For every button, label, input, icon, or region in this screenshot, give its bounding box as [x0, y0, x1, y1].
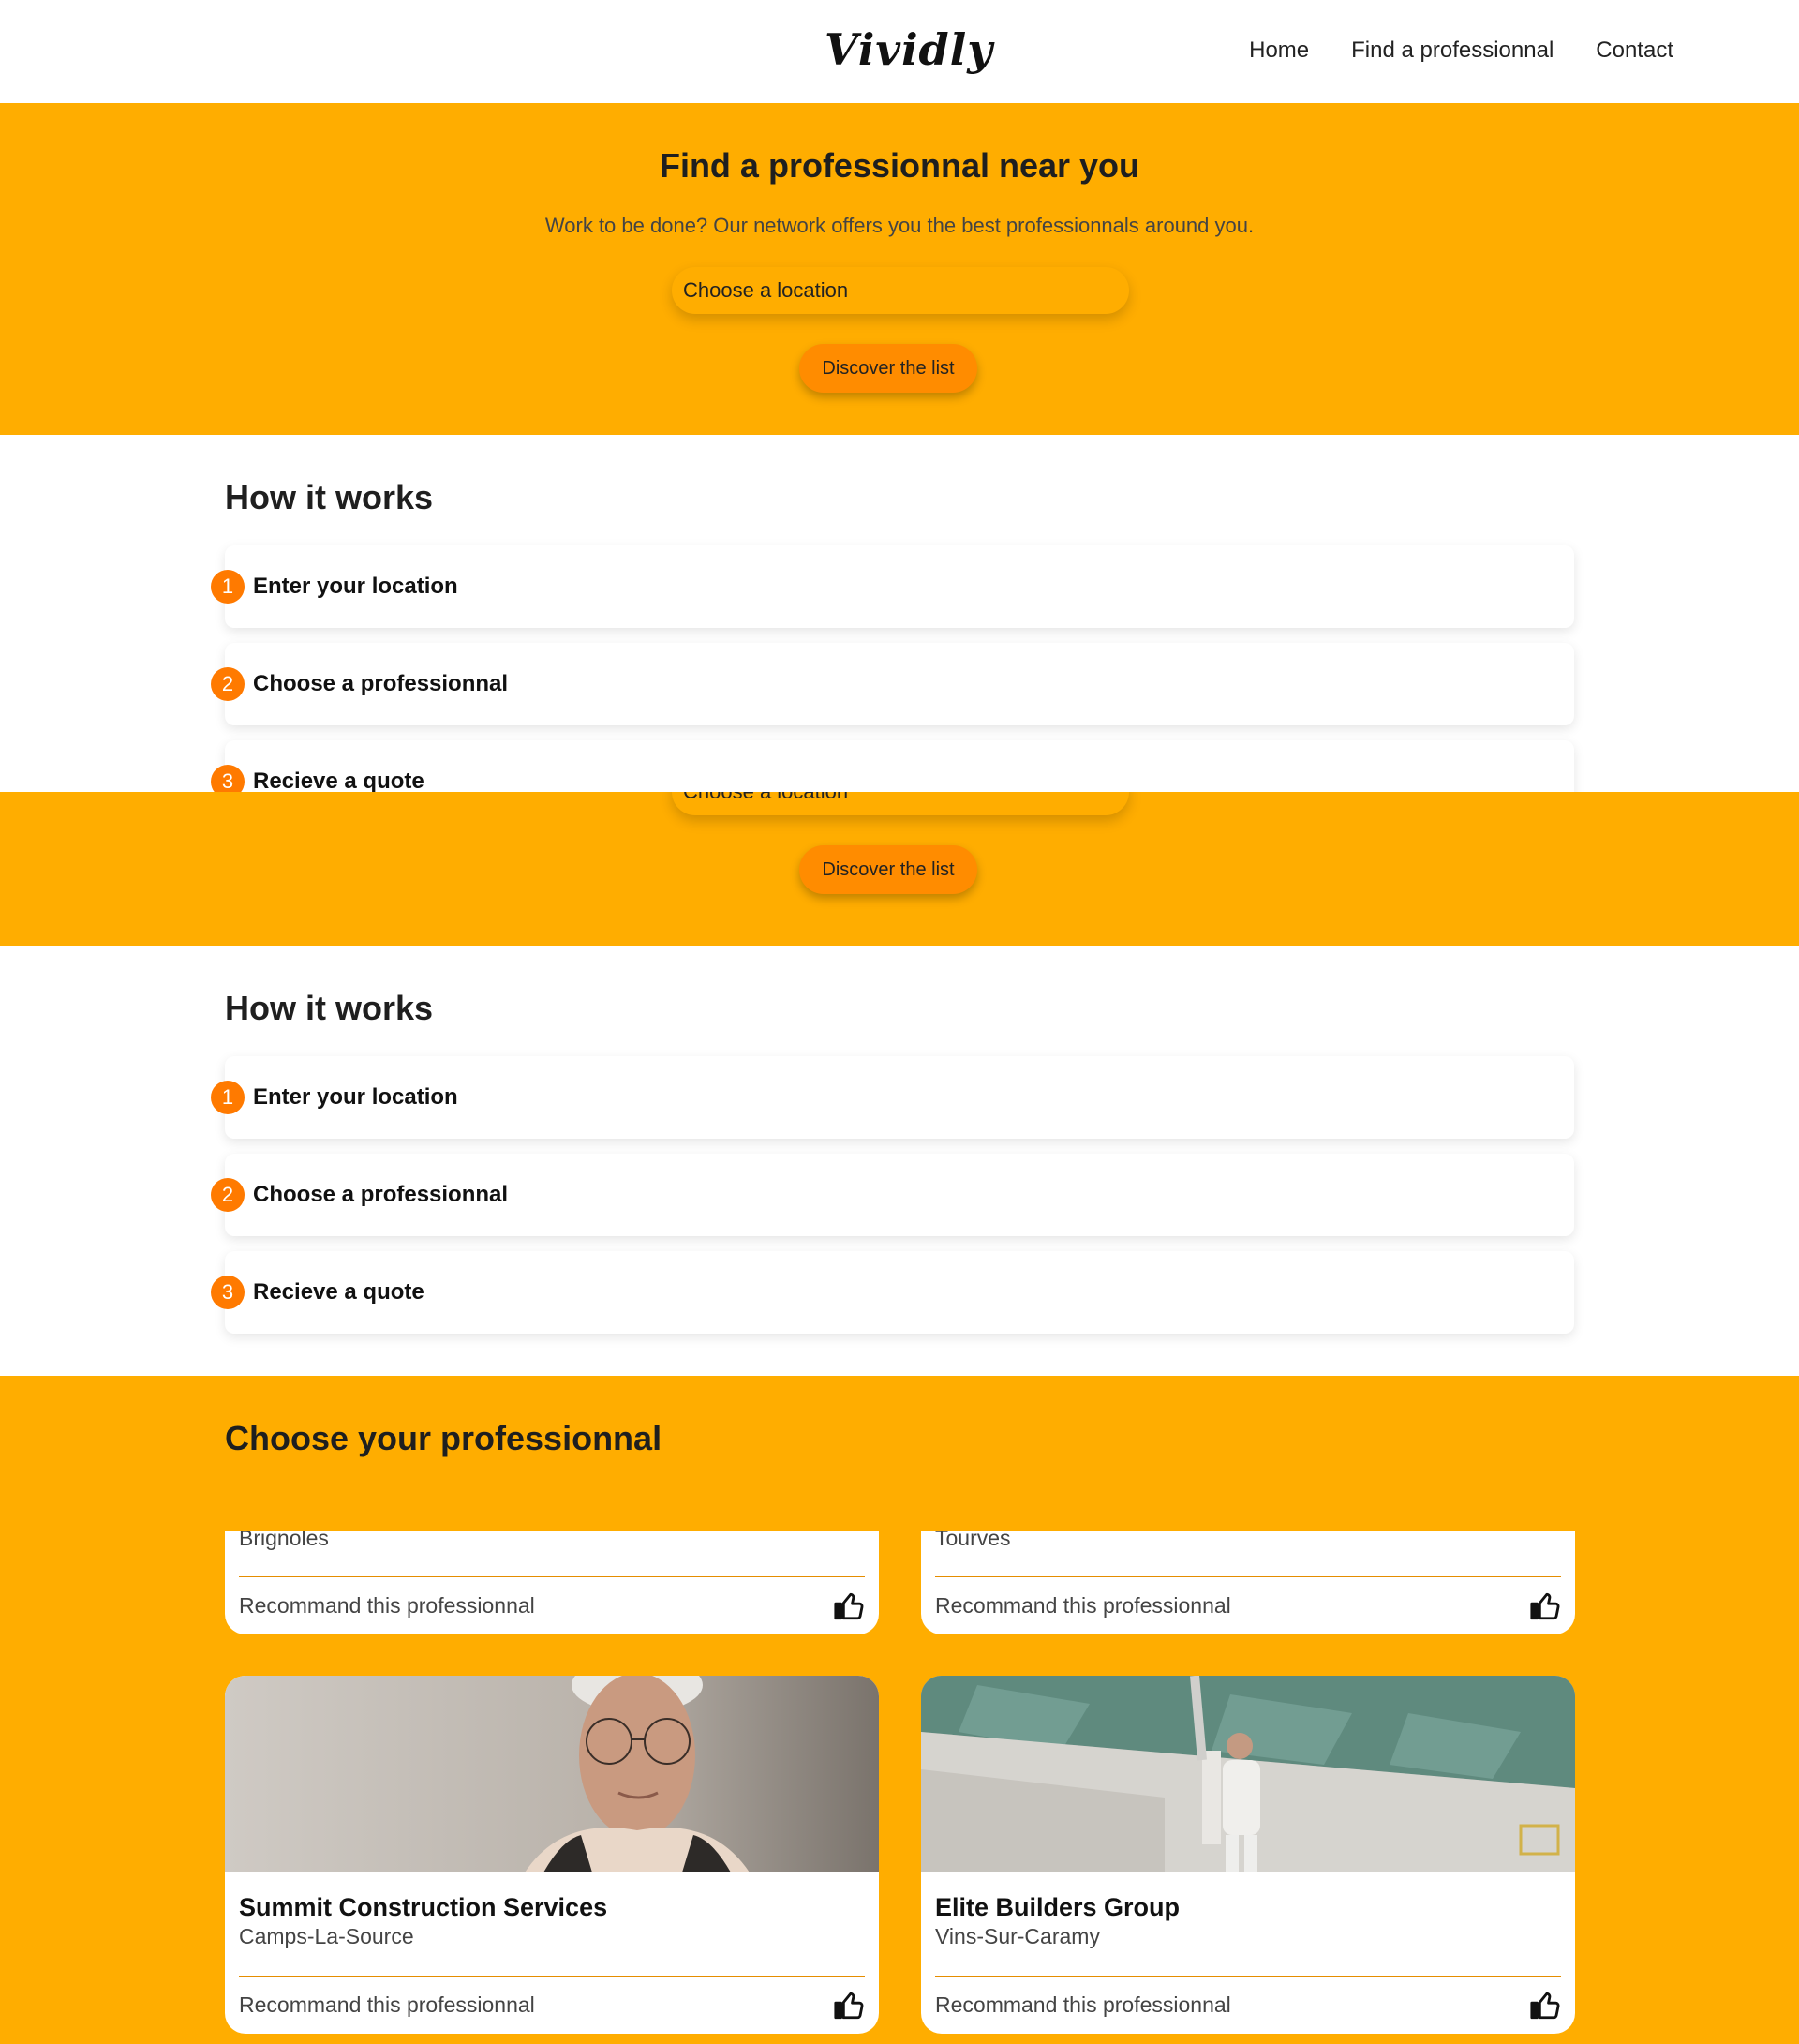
card-body: Summit Construction Services Camps-La-So… [225, 1872, 879, 1949]
step-number-badge: 2 [211, 667, 245, 701]
professional-card[interactable]: Brignoles Recommand this professionnal [225, 1531, 879, 1634]
step-label: Choose a professionnal [253, 671, 509, 696]
step-label: Recieve a quote [253, 768, 424, 792]
card-city: Camps-La-Source [239, 1924, 414, 1948]
card-city: Brignoles [239, 1531, 329, 1550]
professionals-section: Choose your professionnal Brignoles Reco… [0, 1376, 1799, 2044]
step-item: 2 Choose a professionnal [211, 1154, 1574, 1236]
card-footer: Recommand this professionnal [239, 1976, 865, 2034]
step-item: 1 Enter your location [211, 545, 1574, 628]
thumbs-up-icon[interactable] [833, 1590, 865, 1622]
discover-list-button[interactable]: Discover the list [799, 344, 977, 393]
site-header: Vividly Home Find a professionnal Contac… [0, 0, 1799, 103]
thumbs-up-icon[interactable] [1529, 1990, 1561, 2022]
step-number-badge: 2 [211, 1178, 245, 1212]
section-title: How it works [225, 478, 434, 516]
step-label: Enter your location [253, 1084, 458, 1110]
step-number-badge: 1 [211, 1081, 245, 1114]
location-input[interactable]: Choose a location [672, 267, 1129, 314]
step-item: 3 Recieve a quote [211, 740, 1574, 792]
section-title: How it works [225, 989, 434, 1027]
step-number-badge: 3 [211, 1276, 245, 1309]
step-label: Choose a professionnal [253, 1182, 509, 1207]
recommend-label: Recommand this professionnal [239, 1593, 535, 1618]
recommend-label: Recommand this professionnal [935, 1593, 1231, 1618]
professional-card[interactable]: Tourves Recommand this professionnal [921, 1531, 1575, 1634]
hero-section-repeat: Choose a location Discover the list [0, 792, 1799, 946]
step-number-badge: 3 [211, 765, 245, 792]
location-input[interactable]: Choose a location [672, 792, 1129, 815]
card-name: Summit Construction Services [239, 1893, 608, 1921]
step-item: 1 Enter your location [211, 1056, 1574, 1139]
nav-home[interactable]: Home [1249, 37, 1309, 64]
hero-title: Find a professionnal near you [659, 146, 1140, 185]
step-number-badge: 1 [211, 570, 245, 604]
recommend-label: Recommand this professionnal [935, 1992, 1231, 2017]
professional-photo [225, 1676, 879, 1872]
how-it-works-section: How it works 1 Enter your location 2 Cho… [0, 946, 1799, 1376]
card-city: Tourves [935, 1531, 1011, 1550]
professional-photo [921, 1676, 1575, 1872]
thumbs-up-icon[interactable] [1529, 1590, 1561, 1622]
main-nav: Home Find a professionnal Contact [1249, 37, 1673, 64]
recommend-label: Recommand this professionnal [239, 1992, 535, 2017]
card-footer: Recommand this professionnal [935, 1576, 1561, 1634]
card-city: Vins-Sur-Caramy [935, 1924, 1100, 1948]
hero-section: Find a professionnal near you Work to be… [0, 103, 1799, 435]
card-name: Elite Builders Group [935, 1893, 1181, 1921]
nav-find-professional[interactable]: Find a professionnal [1351, 37, 1554, 64]
logo[interactable]: Vividly [825, 24, 993, 75]
card-footer: Recommand this professionnal [935, 1976, 1561, 2034]
nav-contact[interactable]: Contact [1596, 37, 1673, 64]
thumbs-up-icon[interactable] [833, 1990, 865, 2022]
card-footer: Recommand this professionnal [239, 1576, 865, 1634]
step-label: Recieve a quote [253, 1279, 424, 1305]
professional-card[interactable]: Elite Builders Group Vins-Sur-Caramy Rec… [921, 1676, 1575, 2034]
professional-card[interactable]: Summit Construction Services Camps-La-So… [225, 1676, 879, 2034]
how-it-works-section: How it works 1 Enter your location 2 Cho… [0, 435, 1799, 792]
card-body: Elite Builders Group Vins-Sur-Caramy [921, 1872, 1575, 1949]
step-label: Enter your location [253, 574, 458, 599]
step-item: 2 Choose a professionnal [211, 643, 1574, 725]
discover-list-button[interactable]: Discover the list [799, 845, 977, 894]
step-item: 3 Recieve a quote [211, 1251, 1574, 1334]
section-title: Choose your professionnal [225, 1419, 662, 1457]
hero-subtitle: Work to be done? Our network offers you … [544, 214, 1255, 237]
